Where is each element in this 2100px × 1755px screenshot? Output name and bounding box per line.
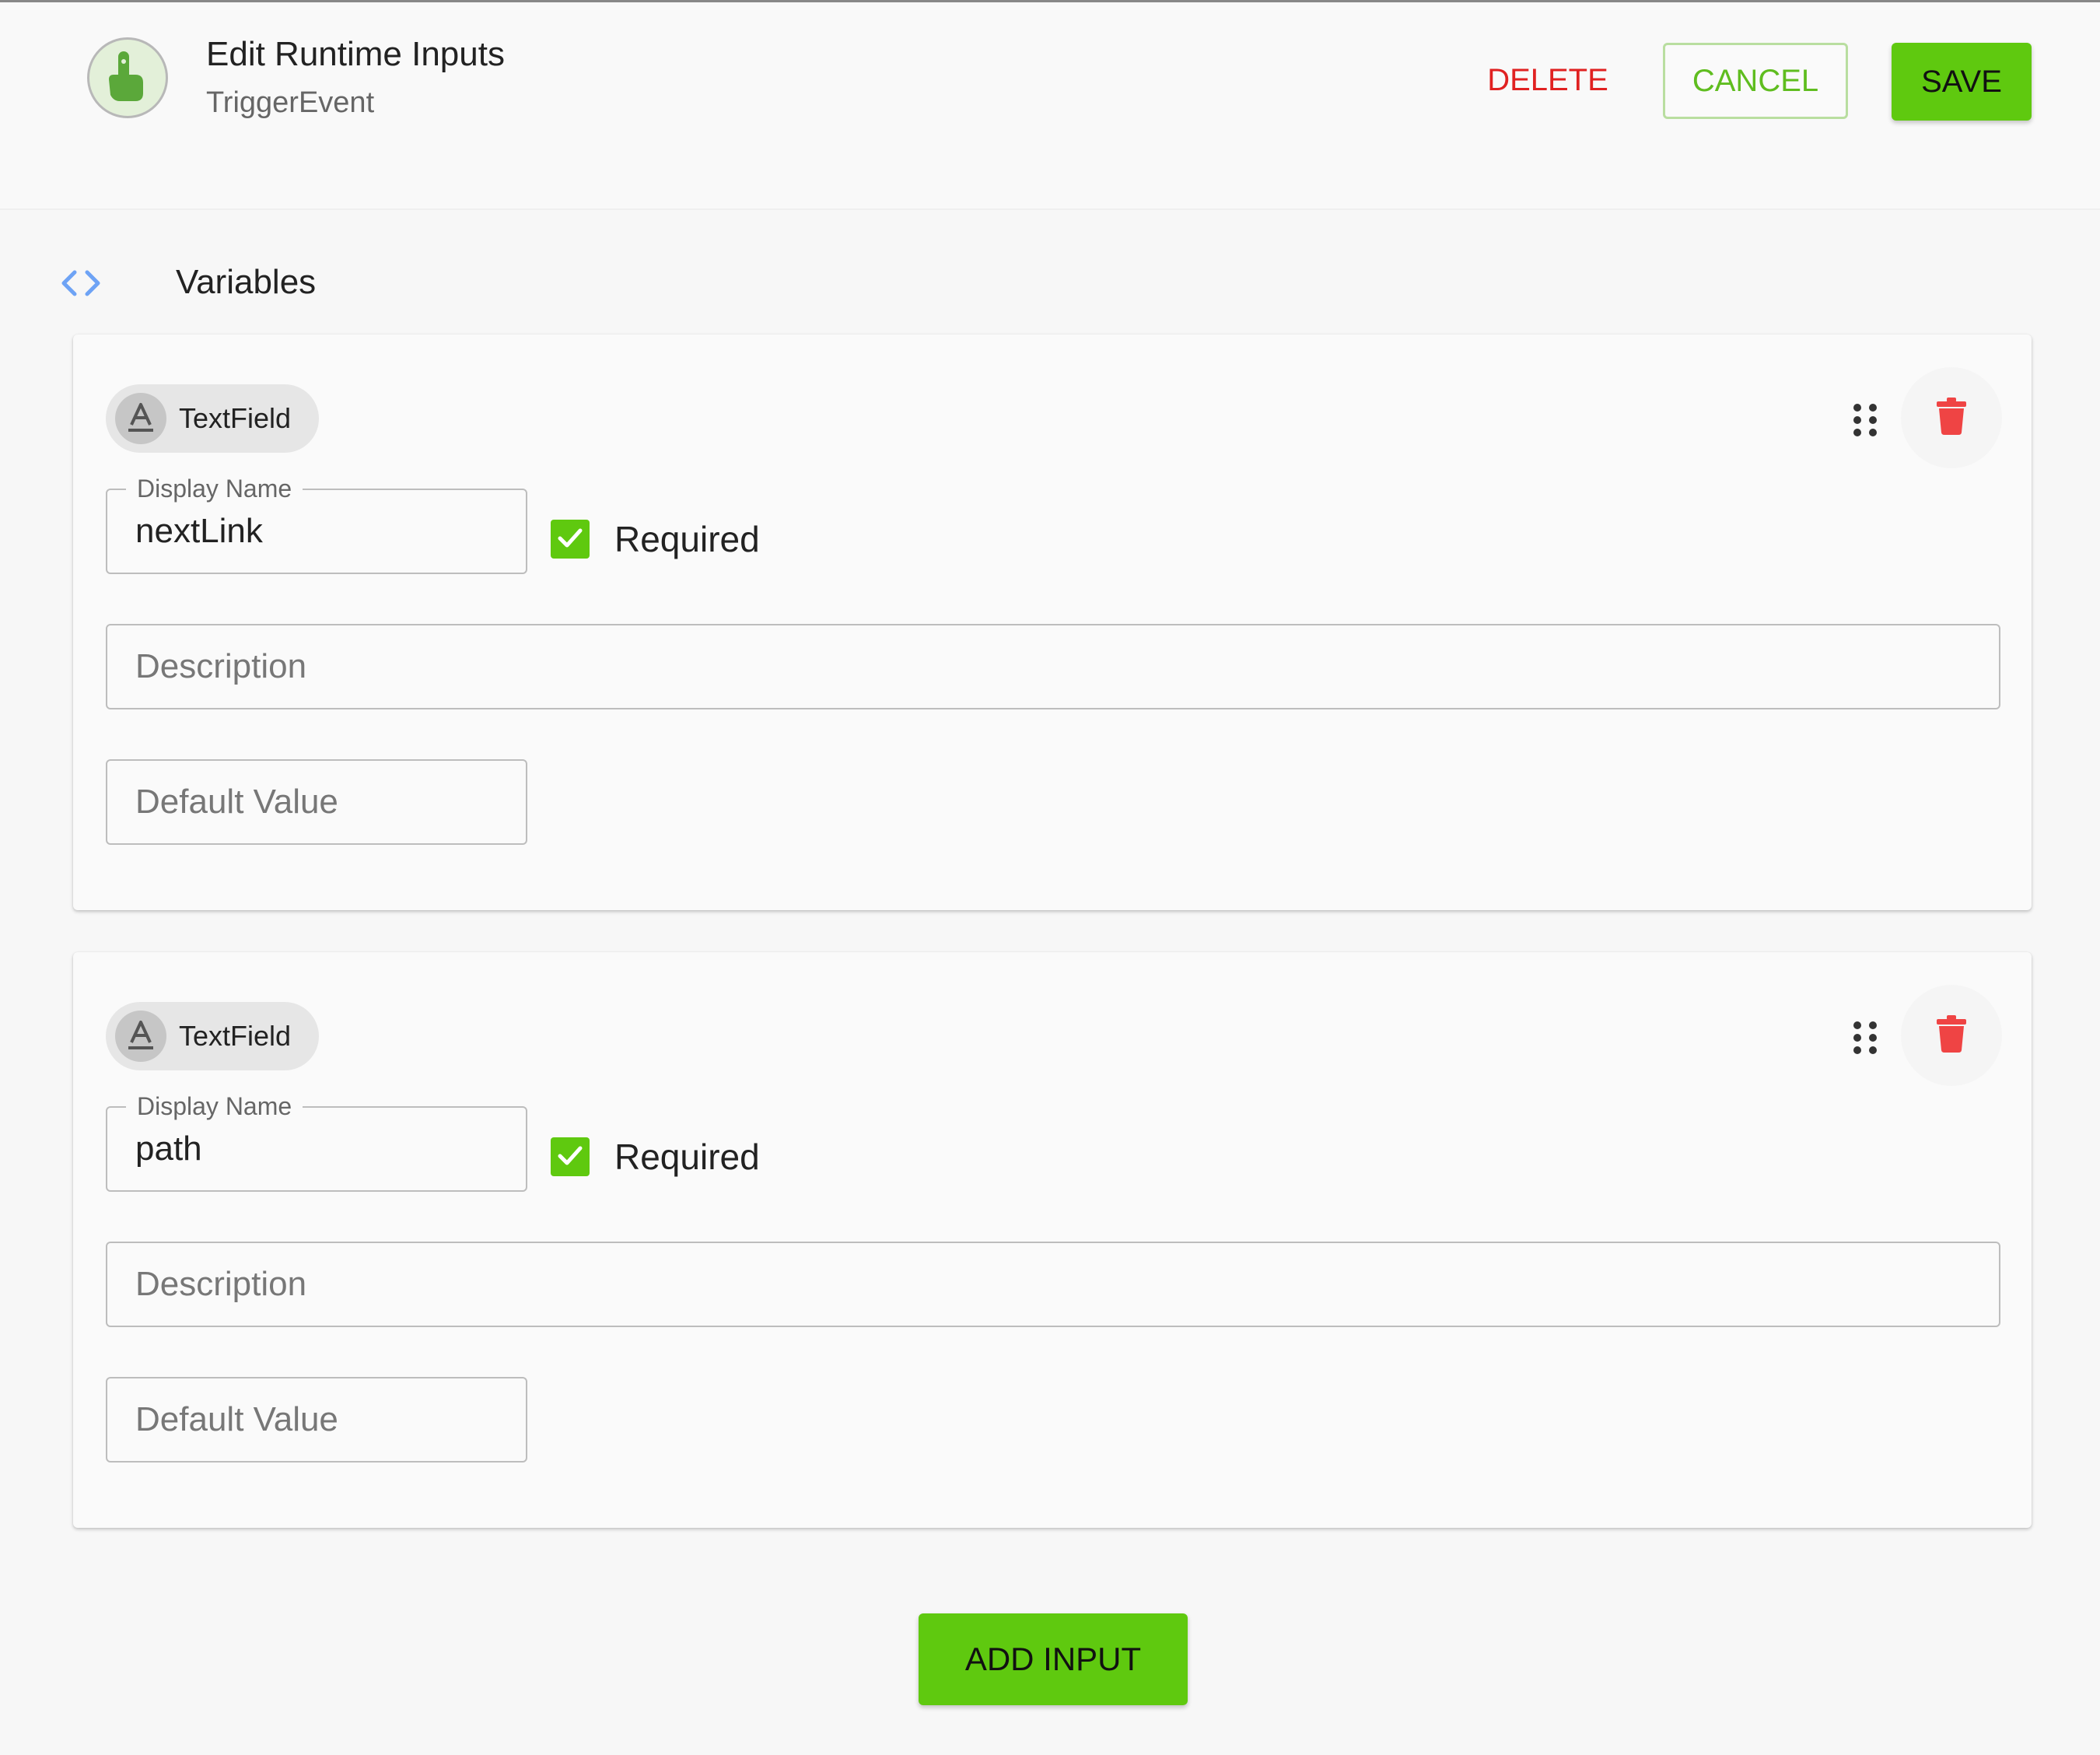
text-a-icon bbox=[125, 1018, 156, 1056]
input-card: TextField Display Name Required bbox=[73, 952, 2032, 1528]
trash-icon bbox=[1936, 397, 1967, 440]
trash-icon bbox=[1936, 1014, 1967, 1057]
chip-avatar bbox=[115, 393, 166, 444]
drag-handle-icon[interactable] bbox=[1850, 401, 1881, 439]
page-header: Edit Runtime Inputs TriggerEvent DELETE … bbox=[0, 2, 2100, 210]
type-chip: TextField bbox=[106, 1002, 319, 1070]
delete-input-button[interactable] bbox=[1901, 985, 2002, 1086]
description-input[interactable] bbox=[135, 1243, 1971, 1326]
required-checkbox[interactable] bbox=[551, 1137, 590, 1176]
chip-avatar bbox=[115, 1011, 166, 1062]
display-name-input[interactable] bbox=[135, 496, 498, 566]
description-field bbox=[106, 1242, 2000, 1327]
touch-hand-icon bbox=[103, 48, 152, 108]
type-chip-label: TextField bbox=[179, 402, 292, 434]
type-chip: TextField bbox=[106, 384, 319, 453]
code-brackets-icon bbox=[58, 268, 104, 299]
section-title: Variables bbox=[176, 263, 317, 301]
input-card: TextField Display Name Required bbox=[73, 335, 2032, 910]
default-value-input[interactable] bbox=[135, 761, 498, 843]
delete-input-button[interactable] bbox=[1901, 367, 2002, 468]
drag-handle-icon[interactable] bbox=[1850, 1019, 1881, 1056]
default-value-input[interactable] bbox=[135, 1378, 498, 1461]
description-field bbox=[106, 624, 2000, 709]
check-icon bbox=[555, 522, 586, 557]
display-name-field: Display Name bbox=[106, 475, 527, 574]
delete-button[interactable]: DELETE bbox=[1470, 43, 1626, 117]
logo bbox=[87, 37, 168, 118]
default-value-field bbox=[106, 759, 527, 845]
add-input-button[interactable]: ADD INPUT bbox=[919, 1613, 1188, 1705]
check-icon bbox=[555, 1140, 586, 1175]
type-chip-label: TextField bbox=[179, 1020, 292, 1052]
display-name-field: Display Name bbox=[106, 1092, 527, 1192]
description-input[interactable] bbox=[135, 625, 1971, 708]
required-checkbox[interactable] bbox=[551, 520, 590, 559]
save-button[interactable]: SAVE bbox=[1892, 43, 2032, 121]
text-a-icon bbox=[125, 400, 156, 438]
page-title: Edit Runtime Inputs bbox=[206, 35, 505, 73]
required-label: Required bbox=[614, 1137, 760, 1177]
cancel-button[interactable]: CANCEL bbox=[1663, 43, 1848, 119]
page-subtitle: TriggerEvent bbox=[206, 86, 375, 119]
display-name-input[interactable] bbox=[135, 1114, 498, 1184]
default-value-field bbox=[106, 1377, 527, 1462]
required-label: Required bbox=[614, 519, 760, 559]
